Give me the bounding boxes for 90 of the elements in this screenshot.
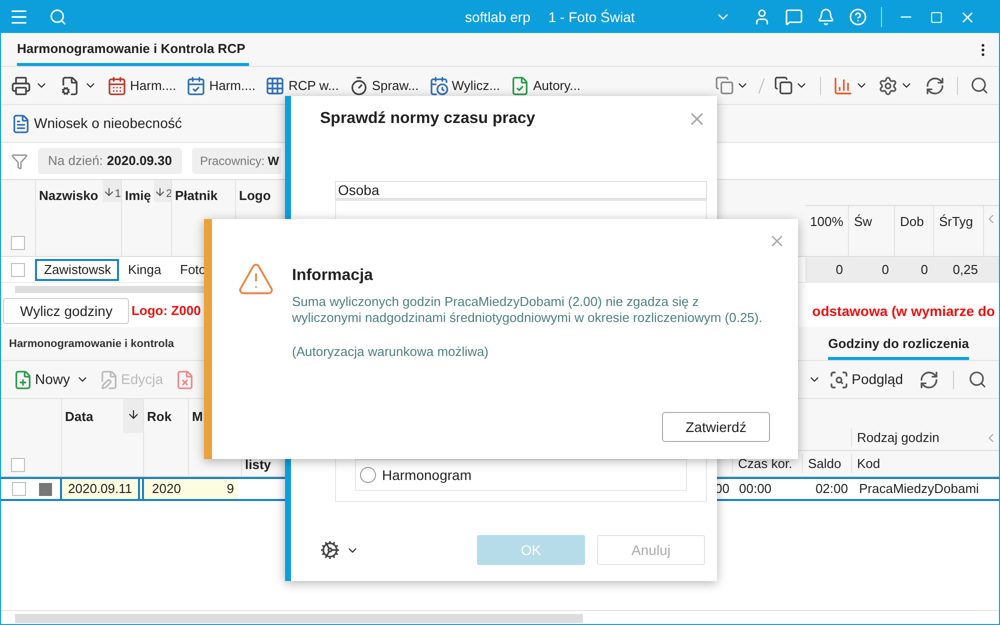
checkbox[interactable]: [11, 458, 25, 472]
sort-down-icon[interactable]: [126, 408, 140, 421]
info-note: (Autoryzacja warunkowa możliwa): [292, 343, 490, 361]
group-header: Rodzaj godzin: [851, 428, 984, 448]
toolbar-button[interactable]: Wylicz...: [428, 76, 500, 96]
column-header[interactable]: Imię: [122, 180, 154, 256]
filter-label: Na dzień:: [48, 152, 103, 170]
toolbar-button[interactable]: RCP w...: [265, 76, 339, 96]
filter-value: 2020.09.30: [106, 152, 172, 170]
delete-document-icon[interactable]: [175, 370, 196, 390]
toolbar-button[interactable]: Autory...: [510, 76, 581, 96]
printer-icon[interactable]: [11, 76, 31, 96]
column-header[interactable]: ŚrTyg: [934, 206, 984, 256]
calendar-clock-icon: [428, 76, 449, 96]
search-icon[interactable]: [970, 76, 989, 95]
column-header[interactable]: 100%: [805, 206, 849, 256]
calendar-check-icon: [186, 76, 206, 96]
table-cell-text: 0: [880, 260, 890, 279]
app-name: softlab erp: [465, 8, 530, 27]
person-field[interactable]: Osoba: [335, 181, 707, 199]
toolbar-button[interactable]: Harm....: [186, 76, 256, 96]
table-cell[interactable]: Zawistowsk: [35, 258, 119, 280]
sort-down-icon: [154, 186, 166, 198]
confirm-button[interactable]: Zatwierdź: [662, 412, 770, 442]
table-cell: 2020: [142, 479, 188, 499]
info-title: Informacja: [292, 266, 374, 286]
column-header[interactable]: Nazwisko: [36, 180, 102, 256]
toolbar-button[interactable]: Spraw...: [348, 76, 419, 96]
document-check-icon: [510, 76, 530, 96]
bell-icon[interactable]: [816, 8, 835, 26]
logo-label: Logo: Z000: [131, 302, 201, 320]
radio-label[interactable]: Harmonogram: [382, 464, 472, 486]
radio-button[interactable]: [360, 467, 376, 483]
calendar-icon: [107, 76, 127, 96]
new-button[interactable]: Nowy: [13, 369, 70, 390]
employees-filter[interactable]: Pracownicy: W: [192, 148, 282, 174]
document-gear-icon[interactable]: [60, 76, 80, 96]
search-icon[interactable]: [49, 8, 67, 26]
table-cell: 9: [188, 479, 238, 499]
date-filter[interactable]: Na dzień: 2020.09.30: [38, 148, 182, 174]
new-document-icon: [13, 370, 33, 390]
help-icon[interactable]: [848, 8, 867, 26]
norm-label: odstawowa (w wymiarze do: [812, 302, 996, 321]
table-cell-text: PracaMiedzyDobami: [858, 480, 980, 498]
toolbar-button[interactable]: Harm....: [107, 76, 176, 96]
column-header[interactable]: Rok: [144, 399, 175, 476]
refresh-icon[interactable]: [925, 76, 945, 96]
table-cell-text: 02:00: [814, 480, 849, 498]
column-header[interactable]: listy: [242, 454, 274, 474]
column-header[interactable]: Saldo: [802, 454, 851, 474]
tab[interactable]: Harmonogramowanie i kontrola: [9, 327, 174, 360]
preview-button[interactable]: Podgląd: [828, 369, 903, 390]
settings-icon[interactable]: [878, 76, 898, 96]
sort-indicator[interactable]: 1: [102, 180, 121, 202]
column-header[interactable]: Św: [849, 206, 895, 256]
edit-document-icon: [99, 370, 120, 390]
table-cell: 2020.09.11: [60, 479, 140, 499]
info-message: Suma wyliczonych godzin PracaMiedzyDobami (2.00) nie zgadza się z wyliczonymi nadgodzinami średniotygodniowymi w okresie rozliczeniowym (0.25).: [292, 294, 764, 326]
filter-label: Pracownicy:: [200, 153, 265, 170]
table-cell[interactable]: Kinga: [121, 258, 173, 280]
gears-icon[interactable]: [320, 540, 340, 560]
filter-icon[interactable]: [11, 152, 28, 170]
message-icon[interactable]: [784, 8, 803, 26]
person-document-icon: [11, 114, 31, 134]
stopwatch-icon: [348, 76, 369, 96]
dialog-title: Sprawdź normy czasu pracy: [320, 109, 536, 129]
absence-request-button[interactable]: Wniosek o nieobecność: [11, 113, 182, 134]
search-icon[interactable]: [968, 370, 987, 389]
calculate-hours-button[interactable]: Wylicz godziny: [3, 298, 130, 324]
table-cell-text: 0: [920, 260, 929, 279]
table-cell-text: 00:00: [738, 480, 773, 498]
copy-icon[interactable]: [774, 76, 793, 95]
checkbox[interactable]: [11, 236, 25, 250]
preview-icon: [828, 370, 849, 390]
grid-calendar-icon: [265, 76, 286, 96]
scrollbar[interactable]: [15, 614, 583, 623]
color-swatch: [39, 482, 52, 496]
refresh-icon[interactable]: [919, 370, 939, 390]
column-header[interactable]: M: [189, 399, 206, 476]
column-header[interactable]: Dob: [895, 206, 934, 256]
table-cell-text: 0,25: [952, 260, 979, 279]
column-header[interactable]: Data: [62, 399, 96, 476]
table-cell-text: 0: [834, 260, 844, 279]
column-header[interactable]: Kod: [851, 454, 984, 474]
checkbox[interactable]: [12, 482, 26, 496]
scrollbar[interactable]: [15, 286, 205, 292]
maximize-icon[interactable]: [930, 10, 943, 24]
sort-down-icon: [102, 186, 115, 198]
filter-value: W: [268, 153, 280, 170]
checkbox[interactable]: [11, 262, 25, 276]
